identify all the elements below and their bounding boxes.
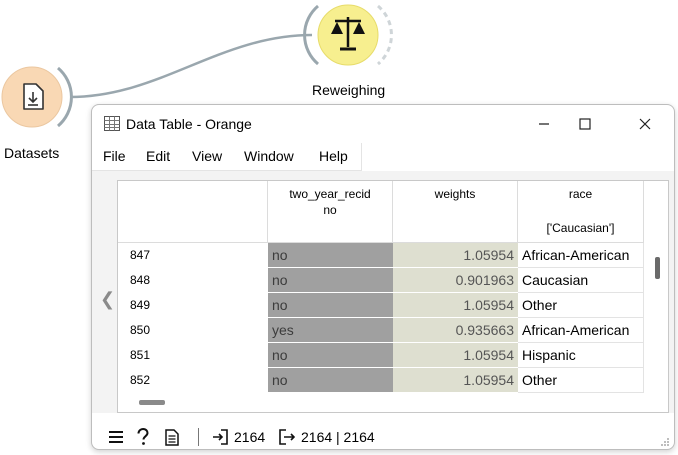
output-count: 2164 | 2164 [301,429,375,445]
menu-help[interactable]: Help [319,148,348,164]
reweighing-widget[interactable] [303,4,393,66]
resize-grip-icon[interactable] [660,437,670,447]
table-row[interactable]: 850 yes 0.935663 African-American [118,318,648,343]
menu-view[interactable]: View [192,148,222,164]
minimize-icon [539,123,549,125]
menu-file[interactable]: File [103,148,126,164]
column-name: weights [434,187,476,201]
cell-two-year-recid[interactable]: no [268,268,393,293]
table-row[interactable]: 849 no 1.05954 Other [118,293,648,318]
status-bar: 2164 2164 | 2164 [92,423,674,449]
chevron-left-icon[interactable]: ❮ [100,289,115,310]
cell-two-year-recid[interactable]: yes [268,318,393,343]
cell-weights[interactable]: 1.05954 [393,243,518,268]
report-icon [165,428,179,446]
cell-weights[interactable]: 1.05954 [393,293,518,318]
cell-weights[interactable]: 0.901963 [393,268,518,293]
help-button[interactable] [136,427,150,447]
column-name: race [568,187,593,201]
status-separator [198,428,199,446]
cell-weights[interactable]: 1.05954 [393,343,518,368]
minimize-button[interactable] [528,111,560,137]
menu-bar: File Edit View Window Help [92,143,362,171]
input-icon [213,429,228,445]
input-count: 2164 [234,429,266,445]
cell-race[interactable]: Caucasian [518,268,644,293]
menu-edit[interactable]: Edit [146,148,170,164]
header-two-year-recid[interactable]: two_year_recid no [268,181,393,243]
header-race[interactable]: race ['Caucasian'] [518,181,644,243]
row-index: 847 [130,248,151,262]
column-name: two_year_recid [289,187,371,201]
datasets-download-icon [23,83,44,110]
cell-weights[interactable]: 0.935663 [393,318,518,343]
hamburger-icon [109,431,123,443]
row-index: 850 [130,323,151,337]
cell-two-year-recid[interactable]: no [268,343,393,368]
cell-two-year-recid[interactable]: no [268,293,393,318]
help-icon [137,428,149,445]
row-index: 849 [130,298,151,312]
cell-race[interactable]: Other [518,368,644,393]
cell-race[interactable]: Other [518,293,644,318]
reweighing-label: Reweighing [312,82,386,98]
table-icon [104,116,120,131]
cell-two-year-recid[interactable]: no [268,243,393,268]
input-summary[interactable]: 2164 [212,427,265,447]
cell-two-year-recid[interactable]: no [268,368,393,393]
cell-race[interactable]: African-American [518,243,644,268]
data-table[interactable]: two_year_recid no weights race ['Caucasi… [117,180,669,413]
data-table-window[interactable]: Data Table - Orange File Edit View Windo… [91,104,675,450]
table-area: ❮ two_year_recid no weights race ['Cauca… [92,171,674,413]
cell-race[interactable]: Hispanic [518,343,644,368]
row-index: 851 [130,348,151,362]
row-index: 848 [130,273,151,287]
row-index: 852 [130,373,151,387]
window-title: Data Table - Orange [126,116,252,132]
vertical-scrollbar[interactable] [655,257,660,279]
cell-weights[interactable]: 1.05954 [393,368,518,393]
column-subtitle: no [323,203,337,217]
column-extra: ['Caucasian'] [546,221,615,235]
header-weights[interactable]: weights [393,181,518,243]
maximize-icon [579,118,591,130]
datasets-label: Datasets [4,145,60,161]
report-button[interactable] [165,427,179,447]
hamburger-menu-button[interactable] [108,427,124,447]
title-bar[interactable]: Data Table - Orange [92,105,674,143]
table-row[interactable]: 848 no 0.901963 Caucasian [118,268,648,293]
table-row[interactable]: 852 no 1.05954 Other [118,368,648,393]
output-summary[interactable]: 2164 | 2164 [279,427,375,447]
close-button[interactable] [629,111,661,137]
maximize-button[interactable] [569,111,601,137]
workflow-link[interactable] [69,33,313,99]
table-row[interactable]: 847 no 1.05954 African-American [118,243,648,268]
menu-window[interactable]: Window [244,148,294,164]
output-icon [279,429,295,445]
datasets-widget[interactable] [1,66,73,128]
header-corner[interactable] [118,181,268,243]
cell-race[interactable]: African-American [518,318,644,343]
table-row[interactable]: 851 no 1.05954 Hispanic [118,343,648,368]
horizontal-scrollbar[interactable] [139,400,165,405]
close-icon [639,118,651,130]
